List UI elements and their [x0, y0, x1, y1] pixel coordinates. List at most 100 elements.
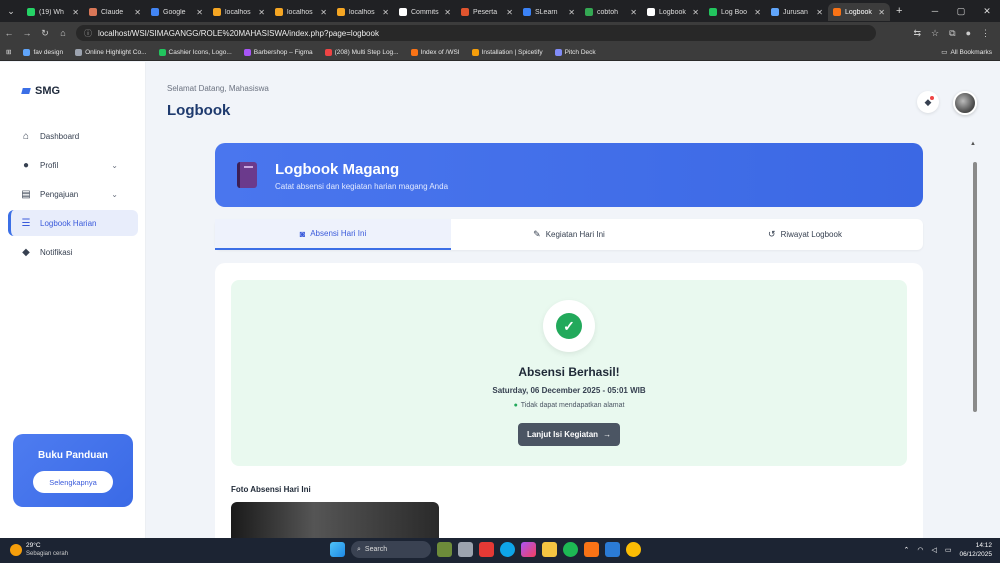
file-icon: ▤	[21, 188, 31, 200]
tab-title: Jurusan	[783, 8, 808, 16]
continue-activity-button[interactable]: Lanjut Isi Kegiatan →	[518, 423, 620, 446]
task-view-icon[interactable]	[458, 542, 473, 557]
notification-bell-icon[interactable]: ◆	[917, 91, 939, 113]
tab-close-icon[interactable]: ✕	[568, 8, 575, 17]
browser-tab[interactable]: Google ✕	[146, 3, 208, 21]
tab-title: SLearn	[535, 8, 558, 16]
copilot-icon[interactable]	[521, 542, 536, 557]
close-window-icon[interactable]: ✕	[974, 6, 1000, 17]
tab-close-icon[interactable]: ✕	[134, 8, 141, 17]
history-icon: ↺	[768, 229, 776, 239]
bookmark-item[interactable]: Pitch Deck	[554, 48, 596, 56]
tab-kegiatan-label: Kegiatan Hari Ini	[545, 230, 605, 239]
tab-close-icon[interactable]: ✕	[692, 8, 699, 17]
tab-close-icon[interactable]: ✕	[506, 8, 513, 17]
browser-tab[interactable]: Claude ✕	[84, 3, 146, 21]
tab-close-icon[interactable]: ✕	[382, 8, 389, 17]
bookmark-item[interactable]: (208) Multi Step Log...	[324, 48, 399, 56]
bookmark-item[interactable]: Index of /WSI	[410, 48, 460, 56]
tab-riwayat[interactable]: ↺ Riwayat Logbook	[687, 219, 923, 250]
bookmark-item[interactable]: Installation | Spicetify	[471, 48, 543, 56]
translate-icon[interactable]: ⇆	[914, 28, 922, 39]
tab-close-icon[interactable]: ✕	[816, 8, 823, 17]
brand-name: SMG	[35, 85, 61, 97]
clock[interactable]: 14:12 06/12/2025	[959, 541, 992, 559]
home-browser-icon[interactable]: ⌂	[54, 28, 72, 38]
map-pin-icon: ●	[513, 402, 518, 409]
tab-close-icon[interactable]: ✕	[258, 8, 265, 17]
browser-tab[interactable]: localhos ✕	[332, 3, 394, 21]
tab-close-icon[interactable]: ✕	[72, 8, 79, 17]
guide-more-button[interactable]: Selengkapnya	[33, 471, 113, 493]
office-icon[interactable]	[479, 542, 494, 557]
battery-icon[interactable]: ▭	[945, 546, 952, 554]
spotify-icon[interactable]	[563, 542, 578, 557]
url-input[interactable]: ⓘ localhost/WSI/SIMAGANGG/ROLE%20MAHASIS…	[76, 25, 876, 41]
tab-favicon-icon	[461, 8, 469, 16]
edge-icon[interactable]	[500, 542, 515, 557]
tab-favicon-icon	[647, 8, 655, 16]
browser-tab[interactable]: Peserta ✕	[456, 3, 518, 21]
profile-icon[interactable]: ●	[966, 28, 971, 38]
tray-chevron-icon[interactable]: ⌃	[903, 546, 909, 554]
browser-tab[interactable]: localhos ✕	[208, 3, 270, 21]
brand-logo[interactable]: SMG	[21, 85, 61, 97]
bookmark-favicon-icon	[75, 48, 83, 56]
reload-icon[interactable]: ↻	[36, 28, 54, 39]
forward-icon[interactable]: →	[18, 28, 36, 38]
browser-tab[interactable]: Jurusan ✕	[766, 3, 828, 21]
browser-tab[interactable]: SLearn ✕	[518, 3, 580, 21]
scroll-up-icon[interactable]: ▲	[970, 141, 976, 147]
tab-kegiatan[interactable]: ✎ Kegiatan Hari Ini	[451, 219, 687, 250]
new-tab-button[interactable]: +	[890, 5, 908, 17]
tab-search-icon[interactable]: ⌄	[0, 0, 22, 22]
volume-icon[interactable]: ◁	[931, 546, 936, 554]
sidebar-item-logbook-harian[interactable]: ☰ Logbook Harian	[8, 210, 138, 236]
tab-close-icon[interactable]: ✕	[630, 8, 637, 17]
minimize-icon[interactable]: ─	[922, 6, 948, 16]
browser-tab[interactable]: (19) Wh ✕	[22, 3, 84, 21]
vscode-icon[interactable]	[605, 542, 620, 557]
xampp-icon[interactable]	[584, 542, 599, 557]
tab-close-icon[interactable]: ✕	[444, 8, 451, 17]
maximize-icon[interactable]: ▢	[948, 6, 974, 17]
bookmark-item[interactable]: fav design	[23, 48, 63, 56]
avatar[interactable]	[953, 91, 977, 115]
weather-widget[interactable]: 29°C Sebagian cerah	[10, 542, 68, 558]
tab-absensi-label: Absensi Hari Ini	[310, 229, 367, 238]
sidebar-item-profil[interactable]: ● Profil ⌄	[8, 152, 138, 178]
bookmark-star-icon[interactable]: ☆	[931, 28, 939, 39]
widget-icon[interactable]	[437, 542, 452, 557]
wifi-icon[interactable]: ◠	[917, 546, 923, 554]
browser-tab[interactable]: Commits ✕	[394, 3, 456, 21]
extensions-icon[interactable]: ⧉	[949, 28, 955, 39]
back-icon[interactable]: ←	[0, 28, 18, 38]
bookmark-item[interactable]: Online Highlight Co...	[75, 48, 147, 56]
tab-close-icon[interactable]: ✕	[754, 8, 761, 17]
sidebar-item-notifikasi[interactable]: ◆ Notifikasi	[8, 239, 138, 265]
tab-favicon-icon	[89, 8, 97, 16]
tab-close-icon[interactable]: ✕	[196, 8, 203, 17]
browser-menu-icon[interactable]: ⋮	[981, 28, 990, 39]
browser-tab[interactable]: cobtoh ✕	[580, 3, 642, 21]
browser-tab[interactable]: Logbook ✕	[642, 3, 704, 21]
sidebar-item-pengajuan[interactable]: ▤ Pengajuan ⌄	[8, 181, 138, 207]
tab-close-icon[interactable]: ✕	[320, 8, 327, 17]
taskbar-search[interactable]: ⌕ Search	[351, 541, 431, 558]
browser-tab[interactable]: Logbook ✕	[828, 3, 890, 21]
site-info-icon[interactable]: ⓘ	[84, 28, 92, 39]
browser-tab[interactable]: Log Boo ✕	[704, 3, 766, 21]
apps-grid-icon[interactable]: ⊞	[6, 48, 11, 56]
bookmark-item[interactable]: Cashier Icons, Logo...	[158, 48, 232, 56]
scrollbar-thumb[interactable]	[973, 162, 977, 412]
browser-tab[interactable]: localhos ✕	[270, 3, 332, 21]
tab-close-icon[interactable]: ✕	[878, 8, 885, 17]
file-explorer-icon[interactable]	[542, 542, 557, 557]
chrome-icon[interactable]	[626, 542, 641, 557]
windows-start-icon[interactable]	[330, 542, 345, 557]
all-bookmarks-button[interactable]: ▭ All Bookmarks	[941, 48, 1000, 57]
sidebar-item-label: Profil	[40, 160, 59, 170]
bookmark-item[interactable]: Barbershop – Figma	[243, 48, 313, 56]
sidebar-item-dashboard[interactable]: ⌂ Dashboard	[8, 123, 138, 149]
tab-absensi[interactable]: ◙ Absensi Hari Ini	[215, 219, 451, 250]
